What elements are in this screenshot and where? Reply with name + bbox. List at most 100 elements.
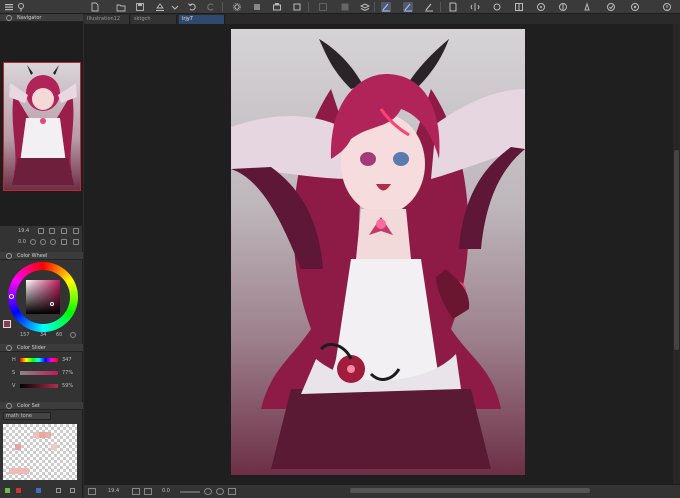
reset-icon[interactable] <box>73 228 79 234</box>
document-icon[interactable] <box>448 2 458 12</box>
color-slider-title: Color Slider <box>17 345 46 351</box>
color-set-title: Color Set <box>17 403 40 409</box>
perspective-icon[interactable] <box>582 2 592 12</box>
color-slider-icon <box>6 345 12 351</box>
open-file-icon[interactable] <box>116 2 126 12</box>
snap-icon[interactable] <box>558 2 568 12</box>
saturation-slider[interactable] <box>20 371 58 375</box>
fill-icon[interactable] <box>252 2 262 12</box>
brush-icon[interactable] <box>403 2 413 12</box>
menu-icon[interactable] <box>4 2 14 12</box>
slider-h-value[interactable]: 347 <box>62 357 72 363</box>
redo-icon[interactable] <box>206 2 216 12</box>
color-set-swatch[interactable] <box>15 444 21 450</box>
slider-v-label: V <box>12 383 16 389</box>
color-slider-header[interactable]: Color Slider <box>0 344 83 352</box>
navigator-thumbnail[interactable] <box>3 62 81 191</box>
statusbar-zoom-value[interactable]: 19.4 <box>108 488 119 494</box>
rotation-slider[interactable] <box>180 491 200 493</box>
undo-icon[interactable] <box>187 2 197 12</box>
rotate-reset-icon[interactable] <box>50 239 56 245</box>
color-s-value[interactable]: 34 <box>40 332 46 338</box>
character-illustration <box>231 39 525 469</box>
gear-icon[interactable] <box>232 2 242 12</box>
navigator-rotation-value[interactable]: 0.0 <box>18 239 26 245</box>
zoom-in-button[interactable] <box>144 488 152 495</box>
color-set-swatch[interactable] <box>45 432 51 438</box>
chevron-down-icon[interactable] <box>170 2 180 12</box>
hue-slider[interactable] <box>20 358 58 362</box>
slider-h-label: H <box>12 357 16 363</box>
flip-vertical-icon[interactable] <box>73 239 79 245</box>
grid-icon[interactable] <box>514 2 524 12</box>
rotate-left-button[interactable] <box>204 488 212 495</box>
navigator-preview-area[interactable] <box>0 22 83 226</box>
color-set-header[interactable]: Color Set <box>0 402 83 410</box>
navigator-toggle-icon[interactable] <box>88 488 96 495</box>
color-wheel-title: Color Wheel <box>17 253 48 259</box>
settings-icon[interactable] <box>630 2 640 12</box>
statusbar-rotation-value[interactable]: 0.0 <box>162 488 170 494</box>
flip-icon[interactable] <box>470 2 480 12</box>
vertical-scrollbar-thumb[interactable] <box>674 150 679 350</box>
pin-icon[interactable] <box>16 2 26 12</box>
ruler-icon[interactable] <box>536 2 546 12</box>
rotate-icon[interactable] <box>492 2 502 12</box>
gradient-icon[interactable] <box>340 2 350 12</box>
more-icon[interactable] <box>662 2 672 12</box>
transform-icon[interactable] <box>272 2 282 12</box>
tab-illustration12[interactable]: Illustration12 <box>84 15 130 24</box>
color-picker-cursor[interactable] <box>50 302 54 306</box>
hue-picker-cursor[interactable] <box>9 294 14 299</box>
fit-icon[interactable] <box>61 228 67 234</box>
color-set-dropdown[interactable]: math tone <box>3 412 51 420</box>
eraser-icon[interactable] <box>424 2 434 12</box>
new-file-icon[interactable] <box>90 2 100 12</box>
export-icon[interactable] <box>155 2 165 12</box>
color-set-icon <box>6 403 12 409</box>
slider-v-value[interactable]: 59% <box>62 383 73 389</box>
rotate-right-icon[interactable] <box>40 239 46 245</box>
remove-color-icon[interactable] <box>16 488 21 493</box>
color-wheel-icon <box>6 253 12 259</box>
save-icon[interactable] <box>135 2 145 12</box>
add-color-icon[interactable] <box>5 488 10 493</box>
selection-icon[interactable] <box>318 2 328 12</box>
delete-icon[interactable] <box>70 488 75 493</box>
slider-s-value[interactable]: 77% <box>62 370 73 376</box>
navigator-zoom-value[interactable]: 19.4 <box>18 228 29 234</box>
edit-color-icon[interactable] <box>36 488 41 493</box>
zoom-out-button[interactable] <box>132 488 140 495</box>
color-v-value[interactable]: 60 <box>56 332 62 338</box>
pen-icon[interactable] <box>381 2 391 12</box>
navigator-icon <box>6 15 12 21</box>
horizontal-scrollbar-thumb[interactable] <box>350 488 590 493</box>
flip-button[interactable] <box>228 488 236 495</box>
color-set-name: math tone <box>6 413 32 419</box>
symmetry-icon[interactable] <box>606 2 616 12</box>
value-slider[interactable] <box>20 384 58 388</box>
color-set-swatch[interactable] <box>9 468 29 474</box>
crop-icon[interactable] <box>292 2 302 12</box>
color-set-swatch[interactable] <box>51 444 57 450</box>
color-set-grid[interactable] <box>3 424 77 480</box>
color-h-value[interactable]: 157 <box>20 332 30 338</box>
top-toolbar <box>0 0 680 14</box>
tab-sktgch[interactable]: sktgch <box>131 15 177 24</box>
current-color-swatch[interactable] <box>3 320 11 328</box>
color-wheel-header[interactable]: Color Wheel <box>0 252 83 260</box>
color-mode-icon[interactable] <box>70 332 76 338</box>
color-square[interactable] <box>26 280 60 314</box>
zoom-out-icon[interactable] <box>38 228 44 234</box>
illustration-canvas[interactable] <box>231 29 525 475</box>
navigator-header[interactable]: Navigator <box>0 14 83 22</box>
left-panel: Navigator 19.4 0.0 Color Wheel 157 34 60… <box>0 14 83 498</box>
tab-lrjy7[interactable]: lrjy7 <box>179 15 225 24</box>
rotate-right-button[interactable] <box>216 488 224 495</box>
zoom-in-icon[interactable] <box>49 228 55 234</box>
layer-icon[interactable] <box>360 2 370 12</box>
color-wheel-ring[interactable] <box>8 262 78 332</box>
flip-horizontal-icon[interactable] <box>61 239 67 245</box>
rotate-left-icon[interactable] <box>30 239 36 245</box>
color-options-icon[interactable] <box>56 488 61 493</box>
